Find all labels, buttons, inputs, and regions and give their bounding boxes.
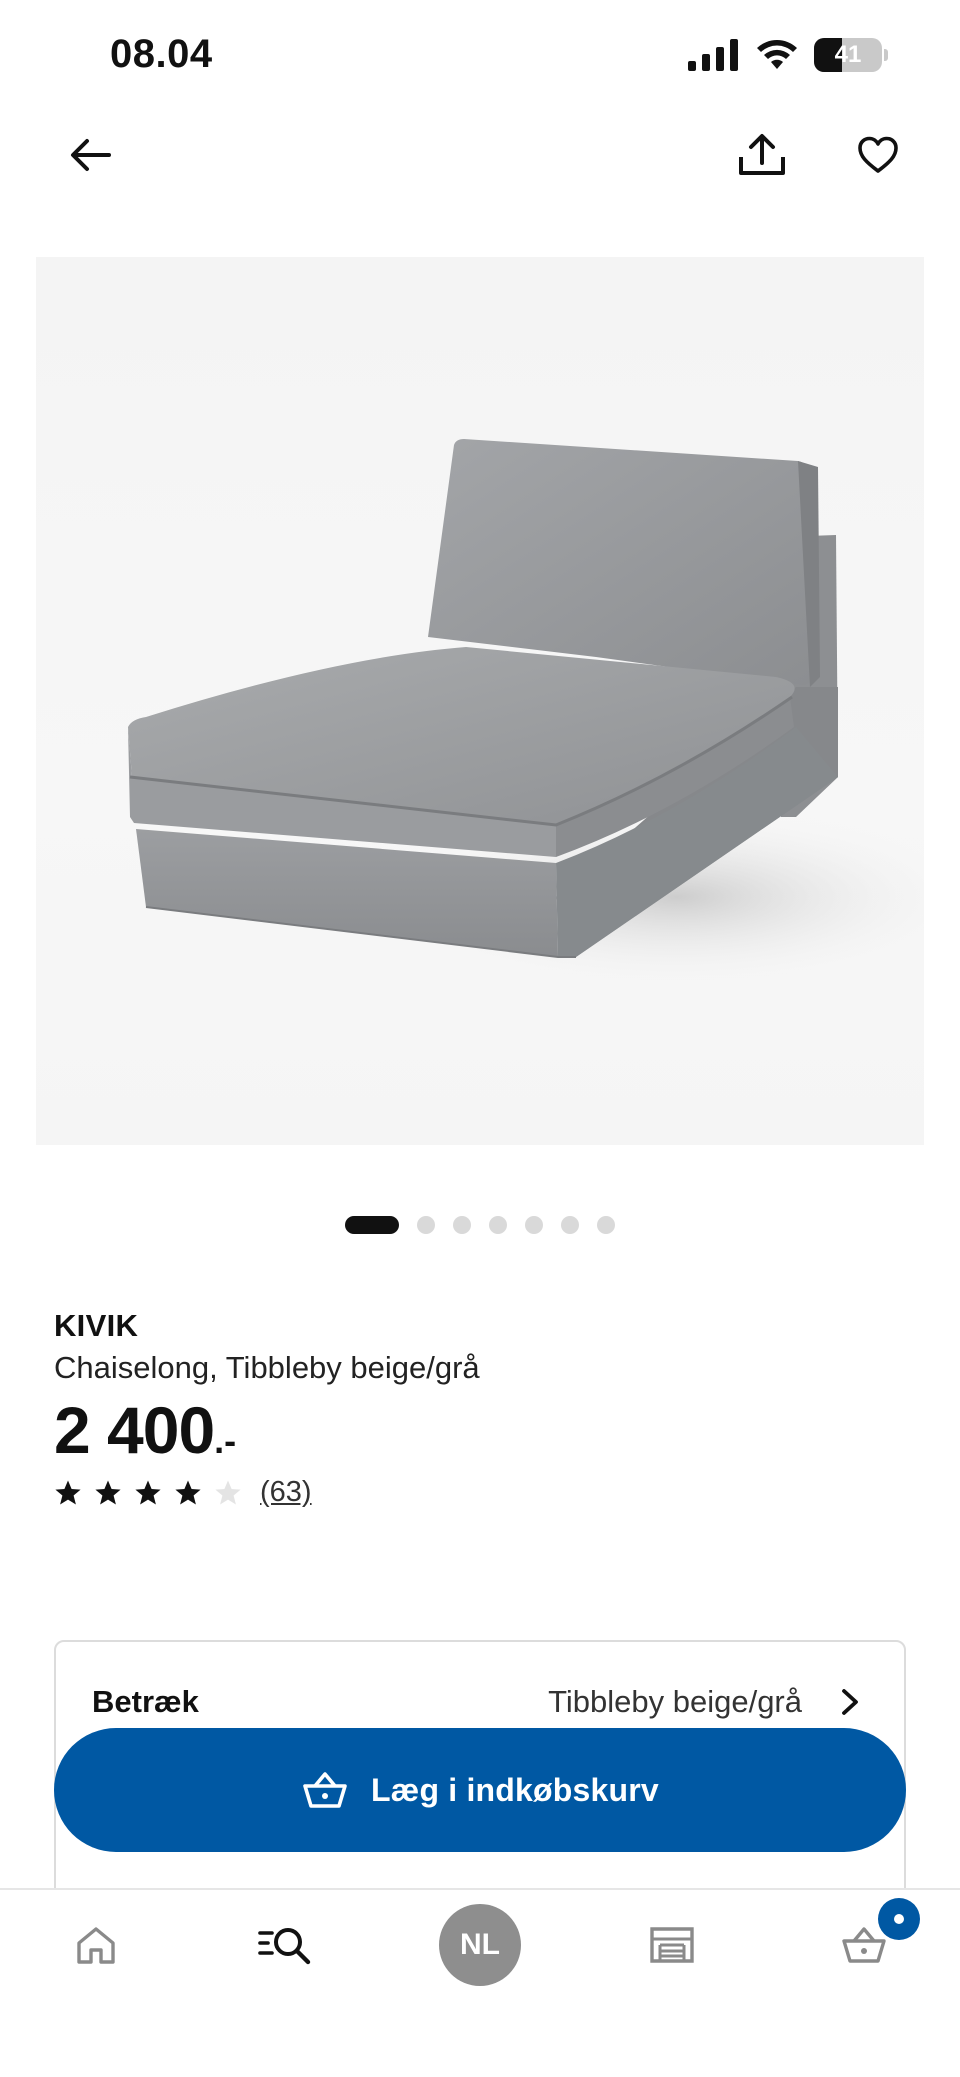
- cart-badge: [878, 1898, 920, 1940]
- signal-icon: [688, 39, 738, 71]
- status-bar: 08.04 41: [0, 0, 960, 110]
- home-icon: [77, 1927, 115, 1964]
- rating[interactable]: (63): [54, 1476, 914, 1509]
- basket-icon: [303, 1772, 347, 1808]
- carousel-dot[interactable]: [489, 1216, 507, 1234]
- option-label: Betræk: [92, 1684, 199, 1719]
- product-description: Chaiselong, Tibbleby beige/grå: [54, 1350, 480, 1385]
- star-empty-icon: [215, 1480, 241, 1504]
- price-value: 2 400: [54, 1393, 215, 1467]
- wifi-icon: [757, 40, 797, 69]
- carousel-dot[interactable]: [597, 1216, 615, 1234]
- battery-icon: 41: [814, 38, 882, 72]
- carousel-dot[interactable]: [417, 1216, 435, 1234]
- star-filled-icon: [175, 1480, 201, 1504]
- arrow-left-icon: [71, 139, 111, 171]
- product-image[interactable]: [36, 257, 924, 1145]
- search-icon: [258, 1928, 311, 1965]
- nav-search[interactable]: [226, 1890, 346, 2000]
- review-count-link[interactable]: (63): [260, 1476, 312, 1509]
- status-icons: 41: [688, 38, 888, 72]
- star-filled-icon: [95, 1480, 121, 1504]
- cart-badge-dot: [894, 1914, 904, 1924]
- carousel-dot[interactable]: [561, 1216, 579, 1234]
- add-to-cart-button[interactable]: Læg i indkøbskurv: [54, 1728, 906, 1852]
- back-button[interactable]: [56, 120, 126, 190]
- chevron-right-icon: [840, 1687, 870, 1717]
- avatar: NL: [439, 1904, 521, 1986]
- carousel-dot-active[interactable]: [345, 1216, 399, 1234]
- option-value: Tibbleby beige/grå: [548, 1684, 802, 1719]
- carousel-dot[interactable]: [453, 1216, 471, 1234]
- nav-profile[interactable]: NL: [420, 1890, 540, 2000]
- store-icon: [650, 1927, 694, 1963]
- chaise-longue-image: [128, 439, 924, 987]
- favorite-button[interactable]: [843, 120, 913, 190]
- battery-level: 41: [834, 41, 862, 68]
- status-time: 08.04: [110, 32, 213, 76]
- bottom-nav: NL: [0, 1888, 960, 2077]
- carousel-indicator: [0, 1216, 960, 1234]
- nav-home[interactable]: [36, 1890, 156, 2000]
- heart-icon: [858, 136, 898, 173]
- carousel-dot[interactable]: [525, 1216, 543, 1234]
- share-icon: [739, 134, 785, 175]
- price: 2 400 .-: [54, 1392, 914, 1468]
- star-rating: [54, 1479, 242, 1507]
- add-to-cart-label: Læg i indkøbskurv: [371, 1771, 659, 1808]
- product-name: KIVIK: [54, 1308, 139, 1343]
- star-filled-icon: [135, 1480, 161, 1504]
- top-nav: [0, 120, 960, 190]
- price-suffix: .-: [214, 1420, 237, 1461]
- nav-store[interactable]: [612, 1890, 732, 2000]
- share-button[interactable]: [727, 120, 797, 190]
- product-info: KIVIK Chaiselong, Tibbleby beige/grå 2 4…: [54, 1308, 914, 1509]
- battery-cap: [884, 49, 888, 61]
- star-filled-icon: [55, 1480, 81, 1504]
